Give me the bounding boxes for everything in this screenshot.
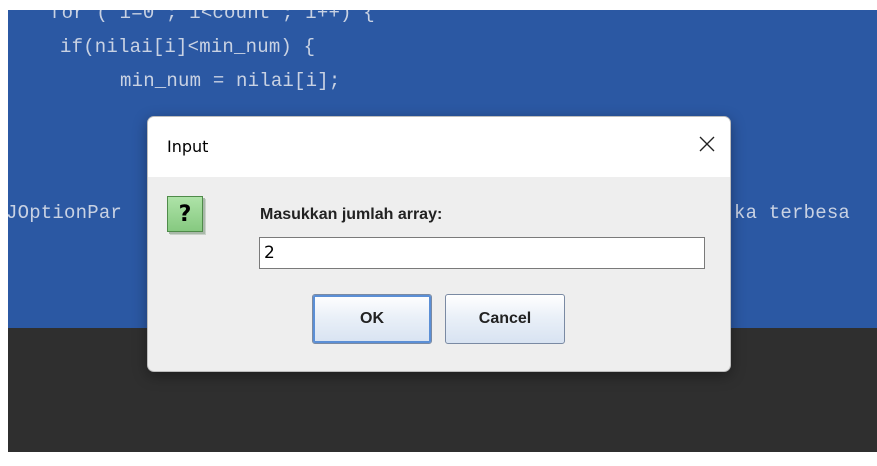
ok-button[interactable]: OK: [312, 294, 432, 344]
input-dialog: Input ? Masukkan jumlah array: OK Cancel: [147, 116, 731, 372]
prompt-label: Masukkan jumlah array:: [260, 206, 443, 223]
array-count-input[interactable]: [259, 237, 705, 269]
close-icon: [699, 136, 715, 152]
dialog-title: Input: [167, 137, 209, 156]
code-line: min_num = nilai[i];: [120, 70, 341, 92]
cancel-button[interactable]: Cancel: [445, 294, 565, 344]
code-line: ka terbesa: [734, 202, 851, 224]
question-icon: ?: [167, 196, 203, 232]
close-button[interactable]: [684, 117, 730, 171]
code-line: if(nilai[i]<min_num) {: [60, 36, 316, 58]
dialog-titlebar[interactable]: Input: [148, 117, 730, 177]
code-line: for ( i=0 ; i<count ; i++) {: [50, 10, 375, 24]
code-line: JOptionPar: [8, 202, 123, 224]
